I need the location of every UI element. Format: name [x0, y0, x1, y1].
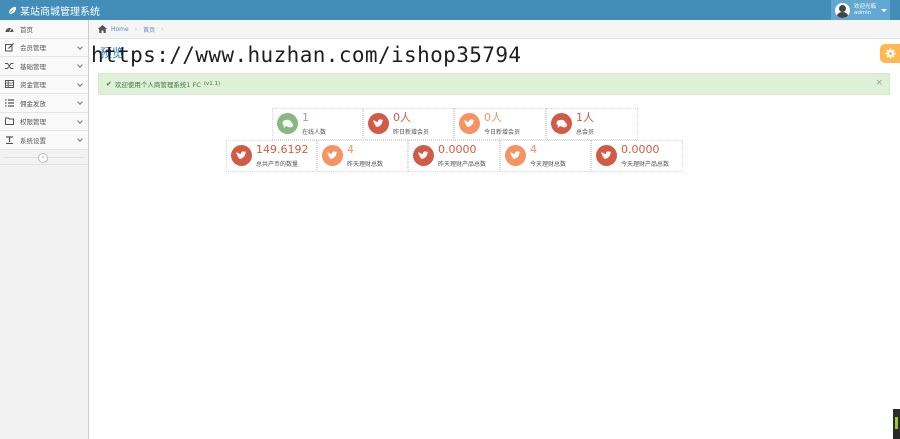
sidebar-item-label: 会员管理: [20, 44, 46, 53]
welcome-alert: ✔ 欢迎使用个人商管理系统1 FC (v1.1) ×: [98, 73, 890, 95]
stat-label: 今日新增会员: [484, 129, 521, 136]
leaf-icon: [8, 6, 17, 14]
stat-value: 149.6192: [256, 143, 309, 156]
edit-icon: [5, 42, 14, 52]
sidebar-item-label: 权限管理: [20, 118, 46, 127]
chevron-down-icon: [77, 99, 83, 105]
stat-label: 总共产币的数量: [256, 161, 299, 168]
twitter-icon: [368, 113, 389, 134]
chevron-down-icon: [77, 136, 83, 142]
avatar: [835, 2, 850, 18]
alert-text: 欢迎使用个人商管理系统1 FC: [114, 81, 201, 89]
stat-value: 0人: [484, 111, 502, 124]
corner-widget[interactable]: [893, 409, 900, 439]
chevron-down-icon: [77, 62, 83, 68]
list-icon: [5, 98, 14, 107]
table-icon: [5, 80, 14, 89]
breadcrumb-current[interactable]: 首页: [143, 25, 155, 34]
stat-yesterday-products: 0.0000 昨天理财产品总数: [408, 140, 500, 172]
user-menu[interactable]: 欢迎光临 admin: [831, 0, 890, 20]
twitter-icon: [231, 145, 252, 166]
stat-yesterday-finance: 4 昨天理财总数: [317, 140, 408, 172]
stat-value: 0人: [393, 111, 411, 124]
sidebar-collapse: «: [0, 150, 88, 165]
stat-today-finance: 4 今天理财总数: [500, 140, 591, 172]
stat-label: 总会员: [576, 129, 595, 136]
sidebar-item-label: 基础管理: [20, 62, 46, 71]
chevron-down-icon: [77, 117, 83, 124]
sidebar-item-label: 首页: [20, 25, 33, 34]
stat-today-products: 0.0000 今天理财产品总数: [591, 140, 683, 172]
stat-label: 昨天理财总数: [347, 161, 384, 168]
sidebar-item-members[interactable]: 会员管理: [0, 38, 88, 57]
breadcrumb: Home › 首页 ›: [89, 20, 900, 39]
random-icon: [5, 61, 14, 70]
check-icon: ✔: [106, 80, 112, 88]
close-icon[interactable]: ×: [875, 78, 883, 88]
brand[interactable]: 某站商城管理系统: [8, 0, 100, 20]
stat-label: 昨日新增会员: [393, 129, 430, 136]
sidebar-item-home[interactable]: 首页: [0, 20, 88, 39]
sidebar-item-commission[interactable]: 佣金发放: [0, 94, 88, 113]
sidebar-item-settings[interactable]: 系统设置: [0, 131, 88, 150]
stat-label: 今天理财产品总数: [621, 161, 670, 168]
alert-version: (v1.1): [203, 81, 221, 87]
twitter-icon: [596, 145, 617, 166]
stat-total-members: 1人 总会员: [546, 108, 638, 140]
stat-label: 今天理财总数: [530, 161, 567, 168]
sidebar: 首页 会员管理 基础管理 资金管理 佣金发放 权限管理 系统设置 «: [0, 20, 89, 439]
user-name: admin: [854, 10, 872, 16]
chevron-down-icon: [77, 80, 83, 87]
twitter-icon: [459, 113, 480, 134]
stat-value: 0.0000: [621, 143, 660, 156]
stat-label: 昨天理财产品总数: [438, 161, 487, 168]
stat-yesterday-new: 0人 昨日新增会员: [363, 108, 454, 140]
dashboard-icon: [5, 24, 14, 33]
watermark-text: https://www.huzhan.com/ishop35794: [91, 43, 522, 67]
stat-online: 1 在线人数: [272, 108, 363, 140]
chevron-down-icon: [77, 43, 83, 50]
sidebar-item-basic[interactable]: 基础管理: [0, 57, 88, 76]
settings-button[interactable]: [880, 44, 900, 63]
stat-value: 4: [530, 143, 537, 156]
app-title: 某站商城管理系统: [20, 6, 100, 18]
stat-value: 1: [302, 111, 309, 124]
sidebar-item-funds[interactable]: 资金管理: [0, 75, 88, 94]
stat-value: 1人: [576, 111, 594, 124]
top-navbar: 某站商城管理系统 欢迎光临 admin: [0, 0, 900, 20]
twitter-icon: [505, 145, 526, 166]
stat-today-new: 0人 今日新增会员: [454, 108, 546, 140]
double-angle-left-icon[interactable]: «: [38, 153, 48, 163]
sidebar-item-permissions[interactable]: 权限管理: [0, 112, 88, 131]
text-width-icon: [5, 135, 14, 144]
breadcrumb-home[interactable]: Home: [111, 26, 129, 33]
stat-total-coins: 149.6192 总共产币的数量: [226, 140, 317, 172]
comments-icon: [277, 113, 298, 134]
stat-label: 在线人数: [302, 129, 327, 136]
sidebar-item-label: 佣金发放: [20, 99, 46, 108]
stat-value: 0.0000: [438, 143, 477, 156]
folder-icon: [5, 117, 14, 126]
stat-value: 4: [347, 143, 354, 156]
sidebar-item-label: 资金管理: [20, 81, 46, 90]
gear-icon: [884, 48, 896, 59]
comments-icon: [551, 113, 572, 134]
sidebar-item-label: 系统设置: [20, 136, 46, 145]
caret-down-icon: [881, 8, 888, 12]
home-icon: [98, 25, 107, 33]
twitter-icon: [322, 145, 343, 166]
twitter-icon: [413, 145, 434, 166]
